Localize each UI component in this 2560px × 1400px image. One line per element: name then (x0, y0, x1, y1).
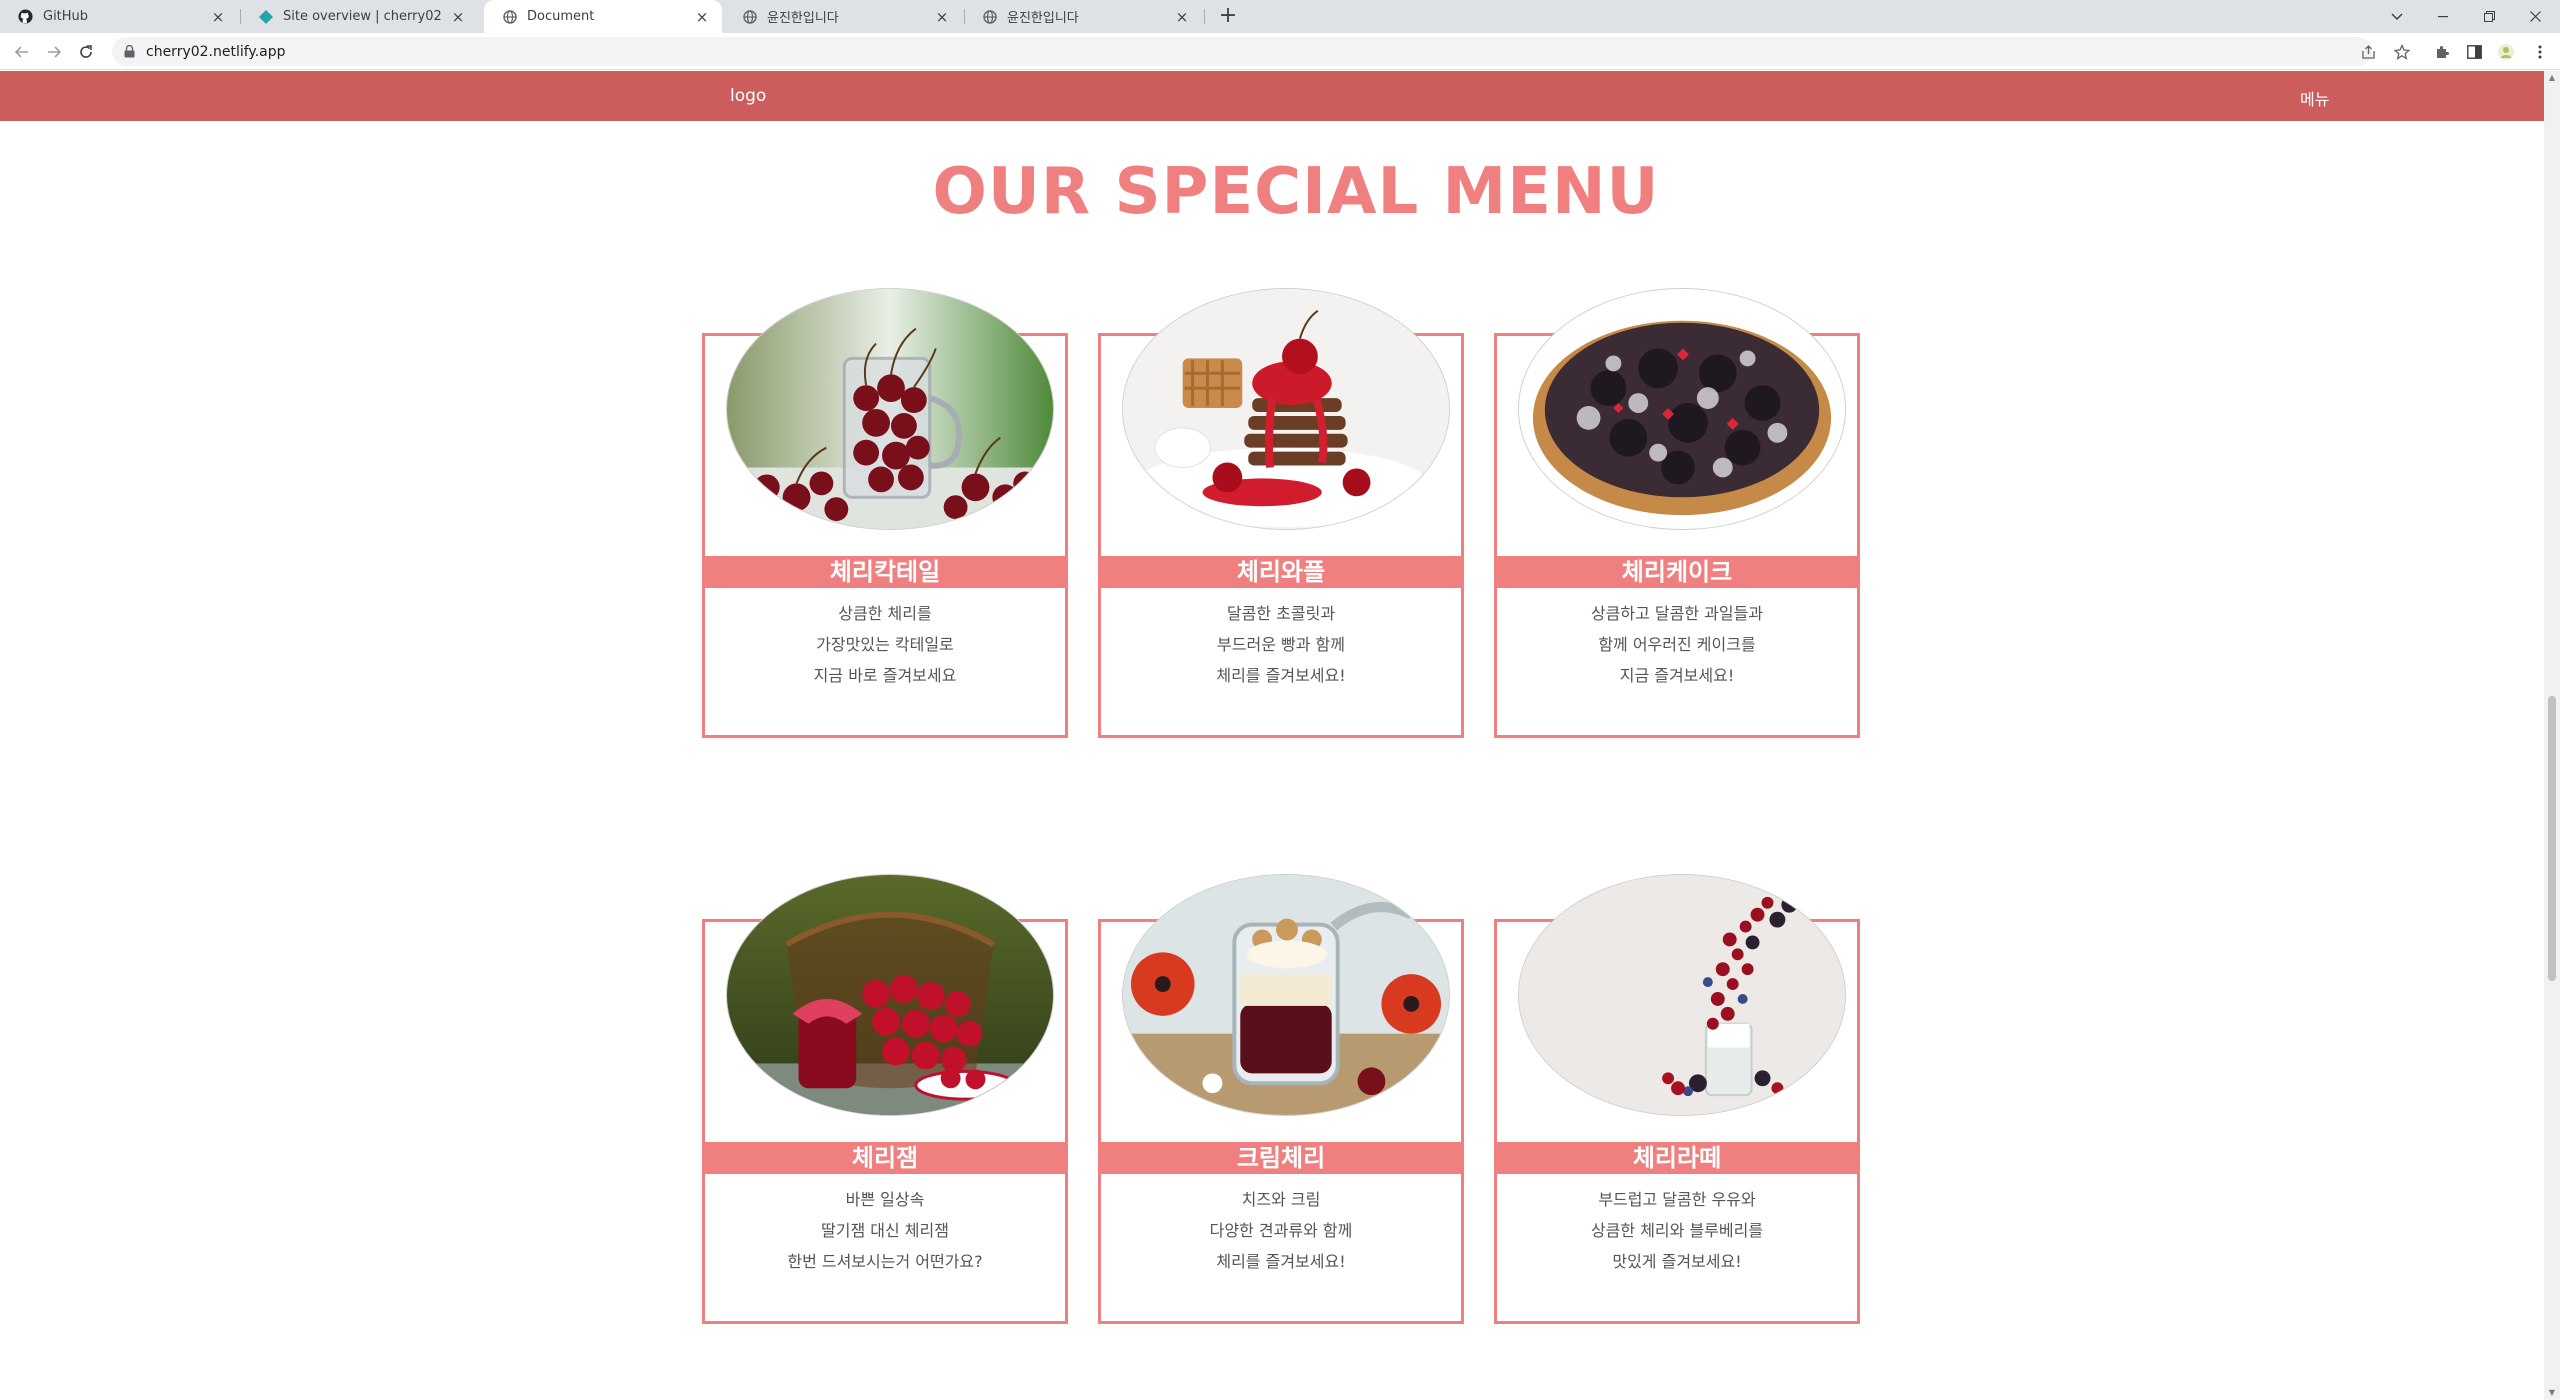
description-line: 상큼한 체리를 (838, 604, 932, 623)
browser-menu-icon[interactable] (2528, 40, 2552, 64)
browser-tab-netlify[interactable]: Site overview | cherry02 × (240, 0, 478, 33)
close-icon[interactable]: × (210, 9, 226, 25)
menu-item-name: 체리잼 (705, 1142, 1065, 1174)
menu-item-name: 체리와플 (1101, 556, 1461, 588)
cherry-tart-image (1518, 288, 1846, 530)
menu-item-description: 바쁜 일상속 딸기잼 대신 체리잼 한번 드셔보시는거 어떤가요? (705, 1184, 1065, 1277)
github-icon (18, 9, 33, 24)
tab-label: GitHub (43, 9, 89, 24)
bookmark-star-icon[interactable] (2390, 40, 2414, 64)
lock-icon (122, 45, 136, 59)
share-icon[interactable] (2356, 40, 2380, 64)
cherry-glass-image (726, 288, 1054, 530)
scroll-up-arrow-icon[interactable]: ▲ (2544, 71, 2560, 85)
description-line: 달콤한 초콜릿과 (1226, 604, 1336, 623)
browser-tab-github[interactable]: GitHub × (0, 0, 238, 33)
menu-card-cherry-latte[interactable]: 체리라떼 부드럽고 달콤한 우유와 상큼한 체리와 블루베리를 맛있게 즐겨보세… (1494, 874, 1860, 1324)
close-icon[interactable]: × (450, 9, 466, 25)
menu-item-name: 체리칵테일 (705, 556, 1065, 588)
globe-icon (742, 9, 757, 24)
minimize-icon[interactable] (2420, 0, 2466, 33)
url-text: cherry02.netlify.app (146, 43, 286, 60)
description-line: 체리를 즐겨보세요! (1216, 1252, 1346, 1271)
menu-item-description: 상큼한 체리를 가장맛있는 칵테일로 지금 바로 즐겨보세요 (705, 598, 1065, 691)
close-icon[interactable]: × (694, 9, 710, 25)
menu-card-cream-cherry[interactable]: 크림체리 치즈와 크림 다양한 견과류와 함께 체리를 즐겨보세요! (1098, 874, 1464, 1324)
globe-icon (502, 9, 517, 24)
tab-separator (1204, 9, 1205, 24)
section-title: OUR SPECIAL MENU (932, 155, 1660, 229)
description-line: 부드러운 빵과 함께 (1217, 635, 1345, 654)
menu-item-name: 체리케이크 (1497, 556, 1857, 588)
description-line: 지금 바로 즐겨보세요 (813, 666, 957, 685)
description-line: 다양한 견과류와 함께 (1209, 1221, 1353, 1240)
site-header: logo 메뉴 (0, 71, 2544, 121)
description-line: 맛있게 즐겨보세요! (1612, 1252, 1742, 1271)
tab-label: Document (527, 9, 595, 24)
menu-card-cherry-jam[interactable]: 체리잼 바쁜 일상속 딸기잼 대신 체리잼 한번 드셔보시는거 어떤가요? (702, 874, 1068, 1324)
menu-item-description: 치즈와 크림 다양한 견과류와 함께 체리를 즐겨보세요! (1101, 1184, 1461, 1277)
menu-item-description: 달콤한 초콜릿과 부드러운 빵과 함께 체리를 즐겨보세요! (1101, 598, 1461, 691)
restore-icon[interactable] (2466, 0, 2512, 33)
description-line: 상큼한 체리와 블루베리를 (1590, 1221, 1764, 1240)
close-icon[interactable]: × (934, 9, 950, 25)
menu-item-name: 체리라떼 (1497, 1142, 1857, 1174)
description-line: 가장맛있는 칵테일로 (816, 635, 954, 654)
globe-icon (982, 9, 997, 24)
description-line: 부드럽고 달콤한 우유와 (1598, 1190, 1756, 1209)
description-line: 딸기잼 대신 체리잼 (821, 1221, 949, 1240)
description-line: 상큼하고 달콤한 과일들과 (1590, 604, 1764, 623)
browser-tab-yunjinhan-1[interactable]: 윤진한입니다 × (724, 0, 962, 33)
browser-tab-document[interactable]: Document × (484, 0, 722, 33)
browser-tab-yunjinhan-2[interactable]: 윤진한입니다 × (964, 0, 1202, 33)
description-line: 치즈와 크림 (1241, 1190, 1321, 1209)
tab-label: 윤진한입니다 (1007, 11, 1079, 26)
menu-card-cherry-cake[interactable]: 체리케이크 상큼하고 달콤한 과일들과 함께 어우러진 케이크를 지금 즐겨보세… (1494, 288, 1860, 738)
site-menu-link[interactable]: 메뉴 (2300, 86, 2329, 110)
cherry-cream-jar-image (1122, 874, 1450, 1116)
new-tab-button[interactable]: + (1215, 4, 1241, 30)
reload-icon[interactable] (74, 40, 98, 64)
extensions-icon[interactable] (2430, 40, 2454, 64)
close-window-icon[interactable] (2512, 0, 2558, 33)
browser-tab-strip: GitHub × Site overview | cherry02 × Docu… (0, 0, 2560, 33)
cherry-waffle-image (1122, 288, 1450, 530)
tab-search-icon[interactable] (2374, 0, 2420, 33)
site-logo[interactable]: logo (730, 86, 766, 106)
tab-label: Site overview | cherry02 (283, 9, 442, 24)
menu-item-description: 상큼하고 달콤한 과일들과 함께 어우러진 케이크를 지금 즐겨보세요! (1497, 598, 1857, 691)
berry-milk-image (1518, 874, 1846, 1116)
back-arrow-icon[interactable] (10, 40, 34, 64)
page-viewport: logo 메뉴 OUR SPECIAL MENU 체리칵테일 상큼한 체리를 가… (0, 71, 2544, 1400)
close-icon[interactable]: × (1174, 9, 1190, 25)
side-panel-icon[interactable] (2462, 40, 2486, 64)
description-line: 체리를 즐겨보세요! (1216, 666, 1346, 685)
cherry-basket-image (726, 874, 1054, 1116)
page-scrollbar[interactable]: ▲ ▼ (2544, 71, 2560, 1400)
tab-label: 윤진한입니다 (767, 11, 839, 26)
menu-item-name: 크림체리 (1101, 1142, 1461, 1174)
description-line: 한번 드셔보시는거 어떤가요? (787, 1252, 983, 1271)
description-line: 함께 어우러진 케이크를 (1598, 635, 1756, 654)
description-line: 바쁜 일상속 (845, 1190, 925, 1209)
browser-toolbar: cherry02.netlify.app (0, 33, 2560, 70)
scroll-down-arrow-icon[interactable]: ▼ (2544, 1386, 2560, 1400)
menu-card-cherry-waffle[interactable]: 체리와플 달콤한 초콜릿과 부드러운 빵과 함께 체리를 즐겨보세요! (1098, 288, 1464, 738)
address-bar[interactable]: cherry02.netlify.app (112, 37, 2372, 66)
description-line: 지금 즐겨보세요! (1619, 666, 1735, 685)
profile-avatar-icon[interactable] (2494, 40, 2518, 64)
menu-card-cherry-cocktail[interactable]: 체리칵테일 상큼한 체리를 가장맛있는 칵테일로 지금 바로 즐겨보세요 (702, 288, 1068, 738)
menu-item-description: 부드럽고 달콤한 우유와 상큼한 체리와 블루베리를 맛있게 즐겨보세요! (1497, 1184, 1857, 1277)
scrollbar-thumb[interactable] (2548, 696, 2556, 981)
forward-arrow-icon[interactable] (42, 40, 66, 64)
netlify-icon (258, 9, 273, 24)
